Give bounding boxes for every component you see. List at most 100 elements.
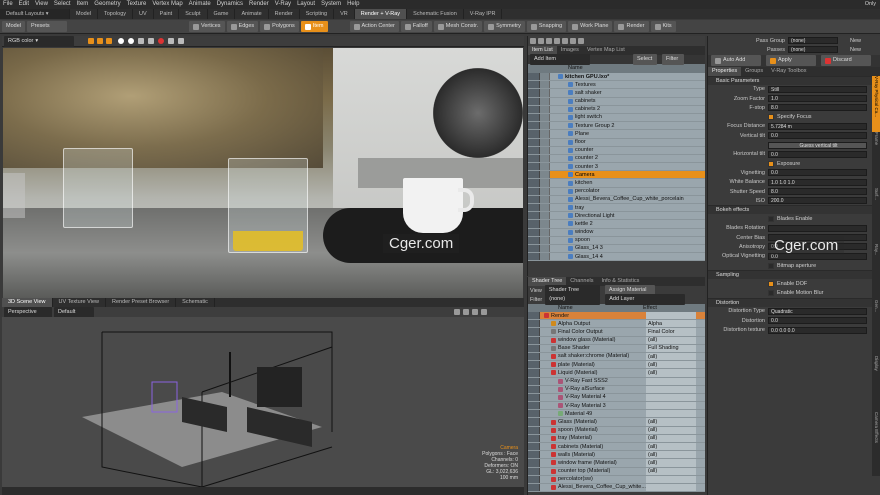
visibility-toggle-icon[interactable] (528, 483, 540, 492)
visibility-toggle-icon[interactable] (528, 467, 540, 475)
layout-tab[interactable]: UV (133, 9, 154, 19)
property-field[interactable]: 8.0 (768, 188, 867, 195)
properties-tab[interactable]: Properties (708, 66, 742, 76)
timeline[interactable] (2, 487, 524, 495)
visibility-toggle-icon[interactable] (528, 187, 540, 195)
property-field[interactable]: 8.0 (768, 104, 867, 112)
visibility-toggle-icon[interactable] (528, 212, 540, 220)
section-header[interactable]: Distortion (708, 297, 873, 307)
property-field[interactable]: 1.0 1.0 1.0 (768, 178, 867, 186)
visibility-toggle-icon[interactable] (528, 361, 540, 369)
property-checkbox[interactable] (768, 114, 774, 121)
visibility-toggle-icon[interactable] (528, 195, 540, 203)
property-checkbox[interactable] (768, 160, 774, 167)
pass-group-field[interactable]: (none) (788, 37, 838, 45)
list-item[interactable]: kettle 2 (528, 220, 705, 229)
toolbar-button[interactable]: Work Plane (568, 21, 613, 32)
toolbar-button[interactable]: Kits (650, 21, 676, 32)
side-tab[interactable]: Ray... (872, 244, 880, 300)
list-item[interactable]: counter 2 (528, 154, 705, 164)
shader-row[interactable]: Glass (Material) (all) (528, 418, 705, 427)
menu-item-render[interactable]: Render (246, 0, 272, 9)
discard-button[interactable]: Discard (821, 55, 871, 67)
shader-row[interactable]: walls (Material) (all) (528, 451, 705, 460)
view-type-select[interactable]: Perspective (4, 306, 52, 318)
menu-item-file[interactable]: File (0, 0, 16, 9)
list-item[interactable]: Directional Light (528, 212, 705, 221)
layout-tab[interactable]: Scripting (300, 9, 335, 19)
visibility-toggle-icon[interactable] (528, 73, 540, 81)
property-field[interactable]: 0.0 0.0 0.0 (768, 326, 867, 334)
visibility-toggle-icon[interactable] (528, 122, 540, 130)
property-field[interactable]: Quadratic (768, 307, 867, 315)
toolbar-button[interactable]: Mesh Constr. (433, 21, 483, 32)
panel-icon-6[interactable] (570, 38, 576, 44)
lock-toggle-icon[interactable] (540, 89, 550, 97)
visibility-toggle-icon[interactable] (528, 130, 540, 138)
lock-toggle-icon[interactable] (540, 253, 550, 261)
list-item[interactable]: counter 3 (528, 163, 705, 172)
list-item[interactable]: cabinets (528, 97, 705, 106)
toolbar-button[interactable]: Action Center (349, 21, 399, 32)
menu-item-select[interactable]: Select (51, 0, 74, 9)
rotate-icon[interactable] (472, 309, 478, 315)
shader-row[interactable]: window glass (Material) (all) (528, 336, 705, 345)
lock-toggle-icon[interactable] (540, 187, 550, 195)
lock-toggle-icon[interactable] (540, 73, 550, 81)
shader-row[interactable]: window frame (Material) (all) (528, 459, 705, 468)
apply-button[interactable]: Apply (766, 55, 816, 67)
list-item[interactable]: kitchen (528, 179, 705, 188)
menu-item-animate[interactable]: Animate (186, 0, 214, 9)
list-item[interactable]: Texture Group 2 (528, 122, 705, 131)
layout-dropdown[interactable]: Default Layouts ▾ (0, 9, 70, 19)
visibility-toggle-icon[interactable] (528, 385, 540, 393)
lock-toggle-icon[interactable] (540, 97, 550, 105)
list-item[interactable]: light switch (528, 113, 705, 123)
toolbar-button[interactable]: Snapping (526, 21, 567, 32)
section-header[interactable]: Bokeh effects (708, 205, 873, 215)
camera-icon[interactable] (168, 38, 174, 44)
shader-row[interactable]: salt shaker:chrome (Material) (all) (528, 352, 705, 362)
property-button[interactable]: Guess vertical tilt (768, 141, 867, 149)
side-tab[interactable]: Gen... (872, 300, 880, 356)
record-icon[interactable] (158, 38, 164, 44)
shader-row[interactable]: spoon (Material) (all) (528, 426, 705, 435)
list-item[interactable]: Plane (528, 130, 705, 139)
list-item[interactable]: Glass_14 4 (528, 253, 705, 262)
presets-button[interactable]: Presets (26, 21, 67, 32)
render-lock-icon[interactable] (106, 38, 112, 44)
visibility-toggle-icon[interactable] (528, 451, 540, 459)
layout-tab[interactable]: Game (208, 9, 236, 19)
property-field[interactable]: 5.7284 m (768, 122, 867, 130)
shader-row[interactable]: V-Ray Material 3 (528, 402, 705, 411)
property-field[interactable]: 200.0 (768, 197, 867, 205)
view-style-select[interactable]: Default (54, 306, 94, 318)
model-button[interactable]: Model (2, 21, 25, 32)
shader-row[interactable]: V-Ray alSurface (528, 385, 705, 394)
shader-row[interactable]: V-Ray Material 4 (528, 393, 705, 403)
visibility-toggle-icon[interactable] (528, 253, 540, 261)
lock-toggle-icon[interactable] (540, 195, 550, 203)
menu-item-system[interactable]: System (318, 0, 344, 9)
panel-icon-1[interactable] (530, 38, 536, 44)
visibility-toggle-icon[interactable] (528, 97, 540, 105)
lock-toggle-icon[interactable] (540, 163, 550, 171)
list-item[interactable]: Textures (528, 81, 705, 90)
shader-row[interactable]: tray (Material) (all) (528, 434, 705, 443)
list-item[interactable]: Glass_14 3 (528, 244, 705, 254)
visibility-toggle-icon[interactable] (528, 344, 540, 352)
lock-toggle-icon[interactable] (540, 220, 550, 228)
shader-row[interactable]: percolator(sw) (528, 475, 705, 484)
scene-3d-view[interactable]: Camera Polygons : Face Channels: 0 Deformer… (2, 317, 524, 489)
menu-item-vertex-map[interactable]: Vertex Map (149, 0, 185, 9)
visibility-toggle-icon[interactable] (528, 369, 540, 377)
visibility-toggle-icon[interactable] (528, 328, 540, 336)
menu-item-item[interactable]: Item (74, 0, 92, 9)
visibility-toggle-icon[interactable] (528, 163, 540, 171)
shader-row[interactable]: plate (Material) (all) (528, 361, 705, 370)
visibility-toggle-icon[interactable] (528, 410, 540, 418)
menu-item-layout[interactable]: Layout (294, 0, 318, 9)
panel-icon-7[interactable] (578, 38, 584, 44)
item-mode-button[interactable]: Item (300, 21, 328, 32)
grid-icon[interactable] (138, 38, 144, 44)
